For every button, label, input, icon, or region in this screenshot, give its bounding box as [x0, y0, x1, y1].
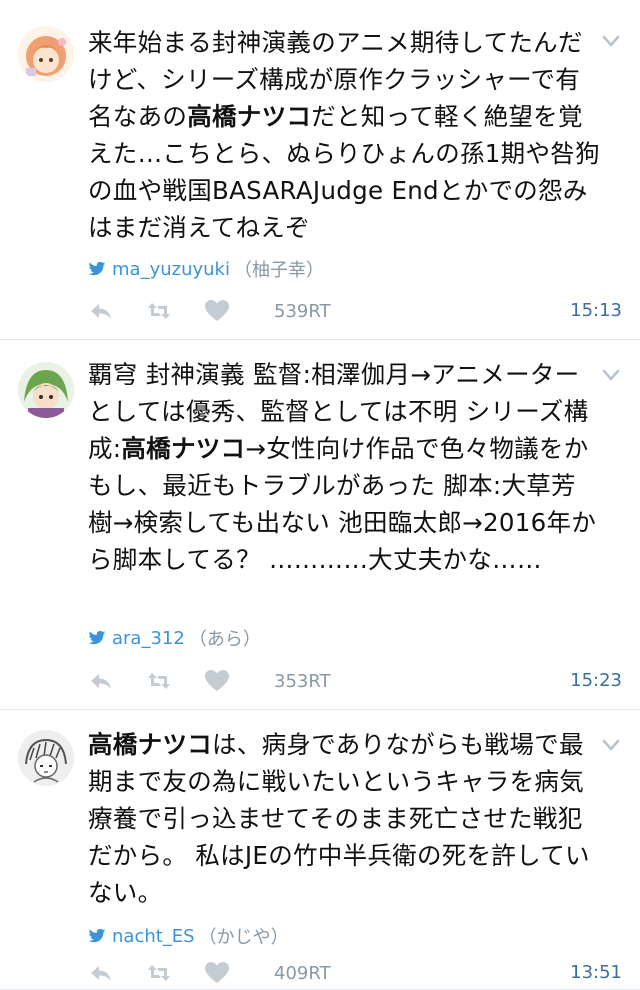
reply-icon[interactable]	[88, 299, 114, 323]
timestamp[interactable]: 13:51	[570, 962, 622, 983]
retweet-icon[interactable]	[146, 961, 172, 985]
highlighted-name: 高橋ナツコ	[88, 730, 212, 759]
highlighted-name: 高橋ナツコ	[187, 102, 312, 131]
tweet-card: 覇穹 封神演義 監督:相澤伽月→アニメーターとしては優秀、監督としては不明 シリ…	[0, 340, 640, 710]
tweet-actions: 409RT	[88, 958, 622, 988]
tweet-actions: 353RT	[88, 666, 622, 696]
retweet-count: 409RT	[274, 962, 331, 984]
tweet-text: 高橋ナツコは、病身でありながらも戦場で最期まで友の為に戦いたいというキャラを病気…	[88, 726, 600, 911]
tweet-text: 覇穹 封神演義 監督:相澤伽月→アニメーターとしては優秀、監督としては不明 シリ…	[88, 356, 600, 578]
retweet-count: 353RT	[274, 670, 331, 692]
reply-icon[interactable]	[88, 669, 114, 693]
highlighted-name: 高橋ナツコ	[121, 434, 246, 463]
username: nacht_ES	[112, 925, 195, 947]
tweet-card: 高橋ナツコは、病身でありながらも戦場で最期まで友の為に戦いたいというキャラを病気…	[0, 710, 640, 990]
avatar-sketch-character-icon	[18, 730, 74, 786]
display-name: （柚子幸）	[233, 260, 324, 281]
avatar-girl-orange-hair-icon	[18, 26, 74, 82]
retweet-count: 539RT	[274, 300, 331, 322]
twitter-bird-icon	[88, 261, 106, 277]
reply-icon[interactable]	[88, 961, 114, 985]
tweet-text: 来年始まる封神演義のアニメ期待してたんだけど、シリーズ構成が原作クラッシャーで有…	[88, 24, 600, 246]
avatar-green-hair-icon	[18, 362, 74, 418]
tweet-attribution[interactable]: ma_yuzuyuki （柚子幸）	[88, 257, 324, 281]
username: ma_yuzuyuki	[112, 258, 230, 280]
tweet-attribution[interactable]: nacht_ES （かじや）	[88, 924, 289, 948]
chevron-down-icon[interactable]	[600, 30, 622, 52]
tweet-actions: 539RT	[88, 296, 622, 326]
username: ara_312	[112, 627, 185, 649]
twitter-bird-icon	[88, 928, 106, 944]
avatar[interactable]	[18, 26, 74, 82]
chevron-down-icon[interactable]	[600, 734, 622, 756]
tweet-card: 来年始まる封神演義のアニメ期待してたんだけど、シリーズ構成が原作クラッシャーで有…	[0, 0, 640, 340]
display-name: （かじや）	[198, 927, 289, 948]
avatar[interactable]	[18, 730, 74, 786]
avatar[interactable]	[18, 362, 74, 418]
heart-icon[interactable]	[204, 961, 230, 985]
retweet-icon[interactable]	[146, 299, 172, 323]
twitter-bird-icon	[88, 630, 106, 646]
timestamp[interactable]: 15:23	[570, 670, 622, 691]
retweet-icon[interactable]	[146, 669, 172, 693]
heart-icon[interactable]	[204, 299, 230, 323]
heart-icon[interactable]	[204, 669, 230, 693]
timestamp[interactable]: 15:13	[570, 300, 622, 321]
tweet-attribution[interactable]: ara_312 （あら）	[88, 626, 261, 650]
chevron-down-icon[interactable]	[600, 364, 622, 386]
display-name: （あら）	[188, 629, 261, 650]
